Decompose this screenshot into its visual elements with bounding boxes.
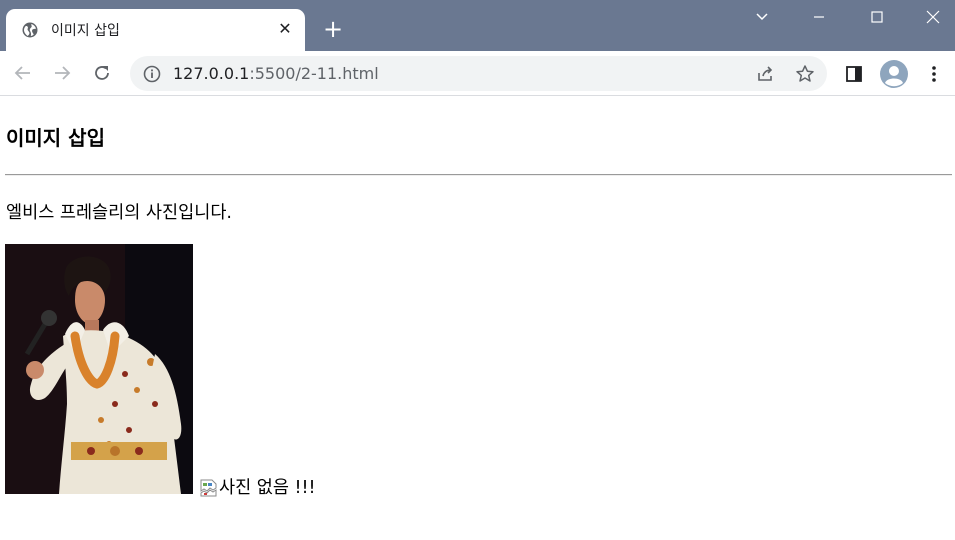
reload-icon xyxy=(95,66,109,80)
page-heading: 이미지 삽입 xyxy=(6,126,105,150)
address-bar[interactable]: 127.0.0.1:5500/2-11.html xyxy=(130,56,827,91)
globe-icon xyxy=(22,22,38,38)
share-button[interactable] xyxy=(754,63,776,85)
forward-button[interactable] xyxy=(47,58,77,88)
browser-titlebar: 이미지 삽입 ✕ + xyxy=(0,0,955,51)
info-icon[interactable] xyxy=(142,64,162,84)
menu-button[interactable] xyxy=(920,60,948,88)
tab-active[interactable]: 이미지 삽입 ✕ xyxy=(6,9,305,51)
new-tab-button[interactable]: + xyxy=(319,16,347,44)
reload-button[interactable] xyxy=(87,58,117,88)
url-host: 127.0.0.1 xyxy=(173,64,250,83)
maximize-icon xyxy=(871,11,883,23)
arrow-left-icon xyxy=(14,66,30,80)
minimize-button[interactable] xyxy=(791,0,847,34)
broken-image: 사진 없음 !!! xyxy=(200,474,316,499)
broken-image-alt-text: 사진 없음 !!! xyxy=(219,478,316,498)
profile-button[interactable] xyxy=(880,60,908,88)
close-window-button[interactable] xyxy=(905,0,955,34)
tab-title: 이미지 삽입 xyxy=(51,23,120,39)
chevron-down-icon xyxy=(756,13,768,21)
maximize-button[interactable] xyxy=(849,0,905,34)
share-icon xyxy=(758,66,773,81)
close-icon xyxy=(926,10,940,24)
arrow-right-icon xyxy=(55,66,71,80)
horizontal-rule xyxy=(5,174,952,176)
more-vertical-icon xyxy=(932,66,936,82)
browser-toolbar: 127.0.0.1:5500/2-11.html xyxy=(0,51,955,96)
side-panel-icon xyxy=(846,66,862,82)
avatar-icon xyxy=(880,60,908,88)
tab-close-icon[interactable]: ✕ xyxy=(274,18,296,40)
bookmark-button[interactable] xyxy=(794,63,816,85)
page-content: 이미지 삽입 엘비스 프레슬리의 사진입니다. 사진 없음 !!! xyxy=(0,97,955,540)
tab-search-button[interactable] xyxy=(734,0,790,34)
broken-image-icon xyxy=(200,479,217,497)
url-path: :5500/2-11.html xyxy=(249,64,379,83)
elvis-presley-photo xyxy=(5,244,193,494)
star-icon xyxy=(796,65,814,82)
back-button[interactable] xyxy=(8,58,38,88)
page-paragraph: 엘비스 프레슬리의 사진입니다. xyxy=(6,203,232,223)
url-text[interactable]: 127.0.0.1:5500/2-11.html xyxy=(173,64,379,83)
minimize-icon xyxy=(814,16,824,18)
side-panel-button[interactable] xyxy=(840,60,868,88)
